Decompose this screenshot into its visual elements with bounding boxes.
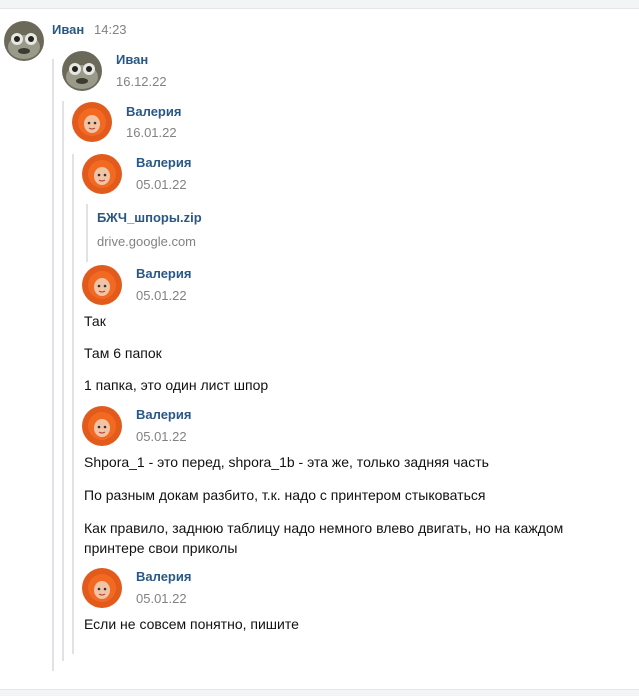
message-text: Так — [84, 313, 106, 329]
avatar[interactable] — [82, 154, 122, 194]
avatar[interactable] — [82, 265, 122, 305]
thread-line — [86, 204, 88, 262]
message-text: 1 папка, это один лист шпор — [84, 377, 269, 393]
avatar[interactable] — [72, 102, 112, 142]
avatar[interactable] — [82, 568, 122, 608]
author-name[interactable]: Валерия — [136, 569, 191, 584]
author-name[interactable]: Валерия — [126, 104, 181, 119]
attachment-domain: drive.google.com — [97, 234, 196, 249]
user-photo-icon — [4, 21, 44, 61]
author-name[interactable]: Валерия — [136, 407, 191, 422]
author-name[interactable]: Валерия — [136, 266, 191, 281]
avatar[interactable] — [82, 406, 122, 446]
user-photo-icon — [72, 102, 112, 142]
attachment-link[interactable]: БЖЧ_шпоры.zip — [97, 210, 202, 225]
author-name[interactable]: Иван — [52, 22, 84, 37]
user-photo-icon — [82, 265, 122, 305]
message-text: Там 6 папок — [84, 345, 162, 361]
message-text: Shpora_1 - это перед, shpora_1b - эта же… — [84, 454, 489, 470]
user-photo-icon — [82, 406, 122, 446]
message-date: 05.01.22 — [136, 429, 187, 444]
message-date: 05.01.22 — [136, 288, 187, 303]
message-text: Если не совсем понятно, пишите — [84, 616, 299, 632]
message-text: По разным докам разбито, т.к. надо с при… — [84, 487, 486, 503]
author-name[interactable]: Иван — [116, 52, 148, 67]
message-date: 16.12.22 — [116, 74, 167, 89]
avatar[interactable] — [4, 21, 44, 61]
message-thread: Иван 14:23 Иван 16.12.22 Валерия 16.01.2… — [0, 8, 639, 690]
avatar[interactable] — [62, 51, 102, 91]
user-photo-icon — [82, 568, 122, 608]
thread-line — [62, 101, 64, 661]
thread-line — [52, 59, 54, 671]
author-name[interactable]: Валерия — [136, 155, 191, 170]
user-photo-icon — [82, 154, 122, 194]
message-date: 05.01.22 — [136, 177, 187, 192]
message-date: 05.01.22 — [136, 591, 187, 606]
message-time[interactable]: 14:23 — [94, 22, 127, 37]
thread-line — [72, 154, 74, 654]
message-text: Как правило, заднюю таблицу надо немного… — [84, 520, 564, 556]
message-date: 16.01.22 — [126, 125, 177, 140]
user-photo-icon — [62, 51, 102, 91]
